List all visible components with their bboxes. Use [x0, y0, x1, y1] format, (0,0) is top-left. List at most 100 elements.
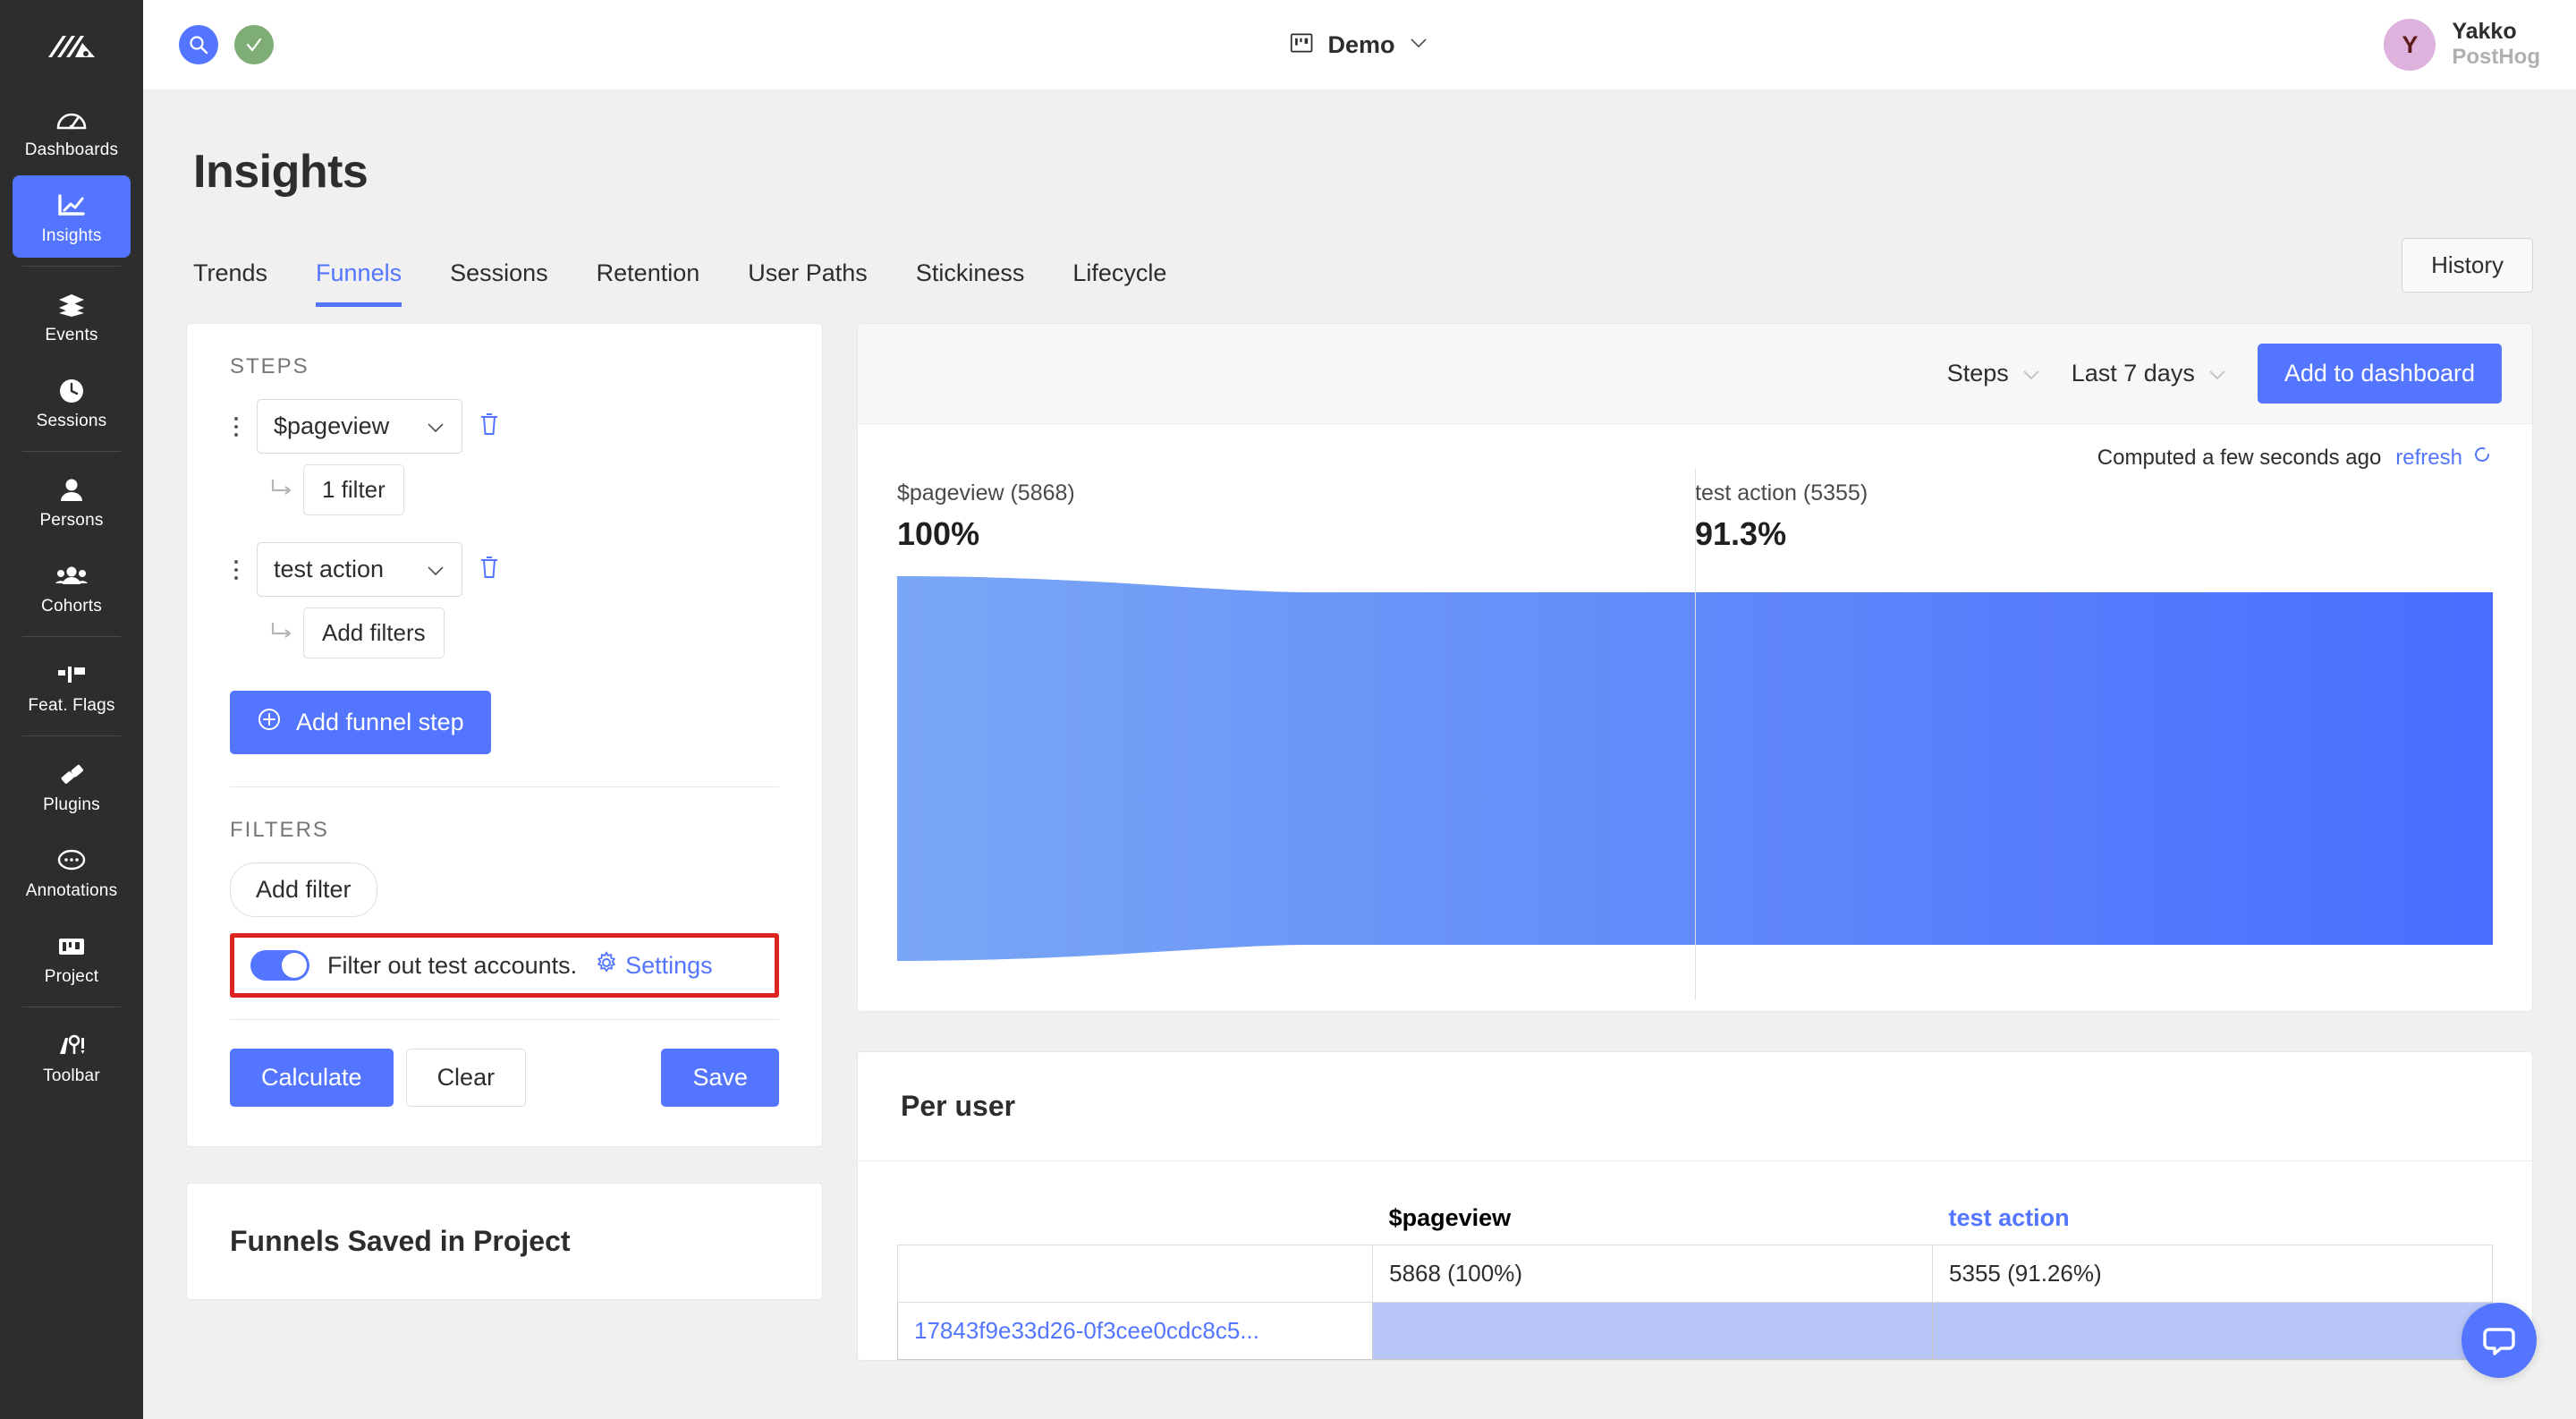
funnel-step-row: $pageview	[230, 399, 779, 454]
sidebar-item-label: Sessions	[36, 411, 107, 430]
tab-user-paths[interactable]: User Paths	[748, 259, 868, 307]
refresh-label: refresh	[2395, 445, 2462, 470]
project-switcher[interactable]: Demo	[143, 0, 2576, 89]
person-link[interactable]: 17843f9e33d26-0f3cee0cdc8c5...	[896, 1302, 1374, 1360]
arrow-branch-icon	[269, 620, 294, 646]
sidebar-item-label: Plugins	[43, 794, 100, 814]
tab-funnels[interactable]: Funnels	[316, 259, 402, 307]
display-mode-select[interactable]: Steps	[1947, 360, 2041, 387]
date-range-select[interactable]: Last 7 days	[2072, 360, 2227, 387]
summary-cell-person	[896, 1245, 1374, 1303]
left-column: STEPS $pageview 1 filter test action Add…	[186, 323, 823, 1361]
sidebar-item-label: Project	[44, 966, 99, 986]
funnel-step-name: test action (5355)	[1695, 480, 1868, 506]
tab-sessions[interactable]: Sessions	[450, 259, 548, 307]
add-funnel-step-label: Add funnel step	[296, 709, 464, 735]
plus-circle-icon	[257, 707, 282, 738]
bar-cell-test-action	[1932, 1302, 2493, 1360]
calculate-button[interactable]: Calculate	[230, 1049, 394, 1107]
step-filter-row: 1 filter	[230, 464, 779, 515]
user-info: Yakko PostHog	[2452, 19, 2540, 71]
step-filter-button[interactable]: 1 filter	[303, 464, 404, 515]
test-accounts-filter-highlight: Filter out test accounts. Settings	[230, 933, 779, 998]
sidebar-item-insights[interactable]: Insights	[13, 175, 131, 258]
sidebar-item-cohorts[interactable]: Cohorts	[13, 546, 131, 628]
display-mode-value: Steps	[1946, 360, 2009, 387]
sidebar-divider	[22, 266, 121, 267]
computed-status-row: Computed a few seconds ago refresh	[858, 424, 2532, 472]
funnel-step-percent: 100%	[897, 515, 980, 552]
sidebar-item-label: Toolbar	[43, 1066, 100, 1085]
funnel-step-row: test action	[230, 542, 779, 597]
per-user-header: Per user	[858, 1052, 2532, 1161]
tab-stickiness[interactable]: Stickiness	[916, 259, 1025, 307]
delete-step-icon[interactable]	[477, 554, 502, 585]
sidebar: Dashboards Insights Events Sessions Pers…	[0, 0, 143, 1419]
sidebar-item-annotations[interactable]: Annotations	[13, 830, 131, 913]
user-name: Yakko	[2452, 19, 2517, 45]
refresh-icon	[2471, 444, 2493, 472]
tab-retention[interactable]: Retention	[597, 259, 700, 307]
sidebar-item-project[interactable]: Project	[13, 916, 131, 998]
user-menu[interactable]: Y Yakko PostHog	[2384, 19, 2540, 71]
filter-test-accounts-toggle[interactable]	[250, 950, 309, 981]
steps-panel: STEPS $pageview 1 filter test action Add…	[186, 323, 823, 1147]
per-user-body: $pageview test action 5868 (100%) 5355 (…	[858, 1161, 2532, 1360]
clear-button[interactable]: Clear	[405, 1049, 527, 1107]
chat-bubble-icon[interactable]	[2462, 1303, 2537, 1378]
step-event-select[interactable]: $pageview	[257, 399, 462, 454]
chevron-down-icon	[2021, 360, 2041, 387]
check-circle-icon[interactable]	[234, 25, 274, 64]
sidebar-item-toolbar[interactable]: Toolbar	[13, 1015, 131, 1098]
per-user-table-body: 5868 (100%) 5355 (91.26%) 17843f9e33d26-…	[896, 1245, 2493, 1360]
tab-trends[interactable]: Trends	[193, 259, 267, 307]
posthog-logo-icon[interactable]	[0, 7, 143, 88]
add-filter-button[interactable]: Add filter	[230, 862, 377, 917]
drag-handle-icon[interactable]	[230, 559, 242, 580]
sidebar-item-plugins[interactable]: Plugins	[13, 744, 131, 827]
column-header-test-action[interactable]: test action	[1933, 1192, 2493, 1245]
sidebar-divider	[22, 735, 121, 736]
step-filter-button[interactable]: Add filters	[303, 608, 445, 659]
funnel-step-summary: $pageview (5868) 100%	[897, 480, 1695, 553]
sidebar-item-label: Feat. Flags	[28, 695, 115, 715]
sidebar-item-label: Events	[45, 325, 98, 344]
dashboard-icon	[54, 104, 89, 136]
sidebar-item-label: Insights	[41, 225, 102, 245]
insights-chart-icon	[54, 190, 89, 222]
add-to-dashboard-button[interactable]: Add to dashboard	[2257, 344, 2502, 404]
column-header-person	[898, 1192, 1373, 1245]
add-funnel-step-button[interactable]: Add funnel step	[230, 691, 491, 754]
top-bar: Demo Y Yakko PostHog	[143, 0, 2576, 89]
main-column: Demo Y Yakko PostHog Insights Trends Fun…	[143, 0, 2576, 1419]
filter-test-accounts-label: Filter out test accounts.	[327, 951, 578, 979]
sidebar-item-feature-flags[interactable]: Feat. Flags	[13, 645, 131, 727]
sidebar-item-sessions[interactable]: Sessions	[13, 361, 131, 443]
drag-handle-icon[interactable]	[230, 416, 242, 437]
chevron-down-icon	[426, 556, 445, 583]
funnel-shape	[897, 469, 2493, 1000]
search-icon[interactable]	[179, 25, 218, 64]
sidebar-item-events[interactable]: Events	[13, 275, 131, 357]
tab-lifecycle[interactable]: Lifecycle	[1072, 259, 1166, 307]
settings-link-label: Settings	[625, 951, 713, 979]
sidebar-item-label: Annotations	[25, 880, 118, 900]
chevron-down-icon	[1408, 36, 1429, 55]
app-root: Dashboards Insights Events Sessions Pers…	[0, 0, 2576, 1419]
refresh-button[interactable]: refresh	[2395, 444, 2493, 472]
comment-icon	[54, 845, 89, 877]
steps-action-buttons: Calculate Clear Save	[230, 1049, 779, 1107]
test-accounts-settings-link[interactable]: Settings	[595, 951, 713, 981]
column-header-pageview: $pageview	[1388, 1204, 1512, 1231]
sidebar-item-persons[interactable]: Persons	[13, 460, 131, 542]
delete-step-icon[interactable]	[477, 411, 502, 442]
per-user-table: $pageview test action 5868 (100%) 5355 (…	[896, 1192, 2493, 1360]
funnel-step-divider	[1695, 469, 1696, 1000]
sidebar-item-label: Cohorts	[41, 596, 102, 616]
sidebar-item-dashboards[interactable]: Dashboards	[13, 89, 131, 172]
step-event-select[interactable]: test action	[257, 542, 462, 597]
chevron-down-icon	[2207, 360, 2227, 387]
history-button[interactable]: History	[2402, 238, 2533, 293]
bar-cell-pageview	[1372, 1302, 1934, 1360]
save-button[interactable]: Save	[661, 1049, 779, 1107]
